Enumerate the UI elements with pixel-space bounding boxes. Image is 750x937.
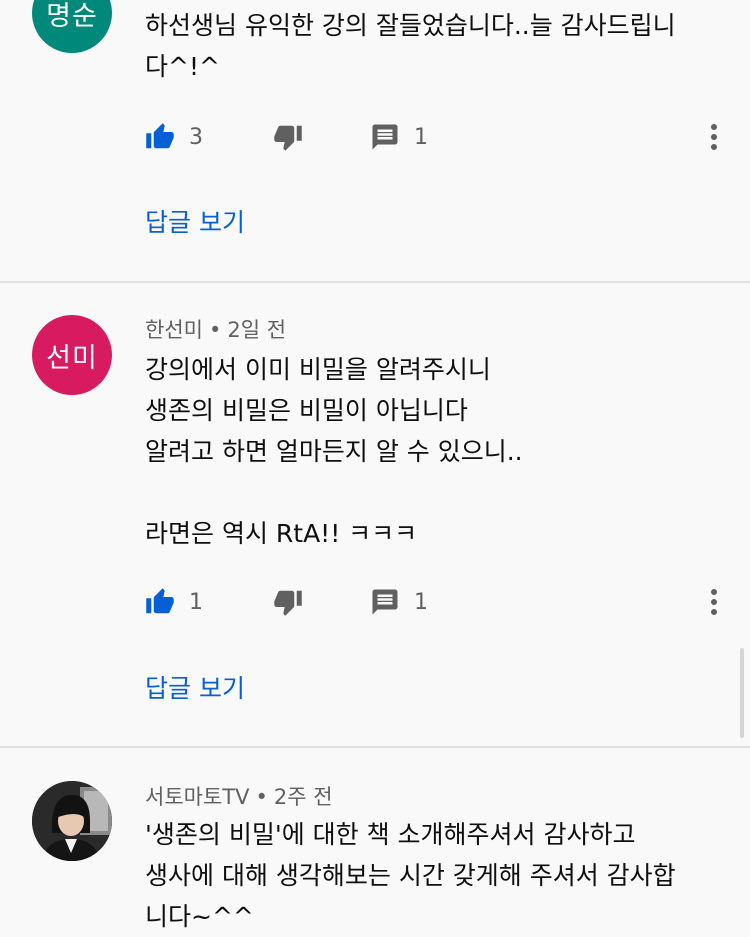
comment-time: 2주 전 bbox=[273, 785, 333, 809]
thumbs-down-icon bbox=[274, 125, 302, 151]
divider bbox=[0, 281, 750, 283]
comment-icon bbox=[372, 124, 398, 150]
thumbs-down-icon bbox=[274, 590, 302, 616]
avatar[interactable]: 명순 bbox=[32, 0, 112, 53]
comment-text: '생존의 비밀'에 대한 책 소개해주셔서 감사하고 생사에 대해 생각해보는 … bbox=[145, 820, 676, 931]
more-options-icon[interactable] bbox=[704, 584, 724, 620]
like-count: 3 bbox=[189, 124, 203, 150]
comment-actions: 1 1 bbox=[0, 582, 750, 622]
reply-count: 1 bbox=[414, 589, 428, 615]
author-name[interactable]: 한선미 bbox=[145, 318, 203, 342]
avatar[interactable]: 선미 bbox=[32, 315, 112, 395]
scrollbar[interactable] bbox=[740, 648, 744, 738]
view-replies-link[interactable]: 답글 보기 bbox=[145, 669, 245, 705]
dislike-button[interactable] bbox=[273, 117, 303, 157]
like-count: 1 bbox=[189, 589, 203, 615]
reply-button[interactable]: 1 bbox=[370, 117, 428, 157]
like-button[interactable]: 3 bbox=[145, 117, 203, 157]
avatar-initials: 명순 bbox=[46, 0, 98, 32]
author-name[interactable]: 서토마토TV bbox=[145, 785, 249, 809]
comment-text: 하선생님 유익한 강의 잘들었습니다..늘 감사드립니 다^!^ bbox=[145, 11, 676, 81]
comment-icon bbox=[372, 589, 398, 615]
meta-separator: • bbox=[208, 318, 222, 342]
avatar[interactable] bbox=[32, 781, 112, 861]
dislike-button[interactable] bbox=[273, 582, 303, 622]
comment-meta: 서토마토TV • 2주 전 bbox=[145, 781, 333, 811]
comment-time: 2일 전 bbox=[227, 318, 287, 342]
divider bbox=[0, 746, 750, 748]
comment-meta: 한선미 • 2일 전 bbox=[145, 314, 286, 344]
reply-count: 1 bbox=[414, 124, 428, 150]
meta-separator: • bbox=[255, 785, 268, 809]
comment-actions: 3 1 bbox=[0, 117, 750, 157]
view-replies-link[interactable]: 답글 보기 bbox=[145, 203, 245, 239]
comment-text: 강의에서 이미 비밀을 알려주시니 생존의 비밀은 비밀이 아닙니다 알려고 하… bbox=[145, 355, 523, 548]
reply-button[interactable]: 1 bbox=[370, 582, 428, 622]
like-button[interactable]: 1 bbox=[145, 582, 203, 622]
profile-photo bbox=[32, 781, 112, 861]
thumbs-up-icon bbox=[146, 588, 174, 614]
more-options-icon[interactable] bbox=[704, 119, 724, 155]
thumbs-up-icon bbox=[146, 123, 174, 149]
avatar-initials: 선미 bbox=[46, 342, 98, 374]
